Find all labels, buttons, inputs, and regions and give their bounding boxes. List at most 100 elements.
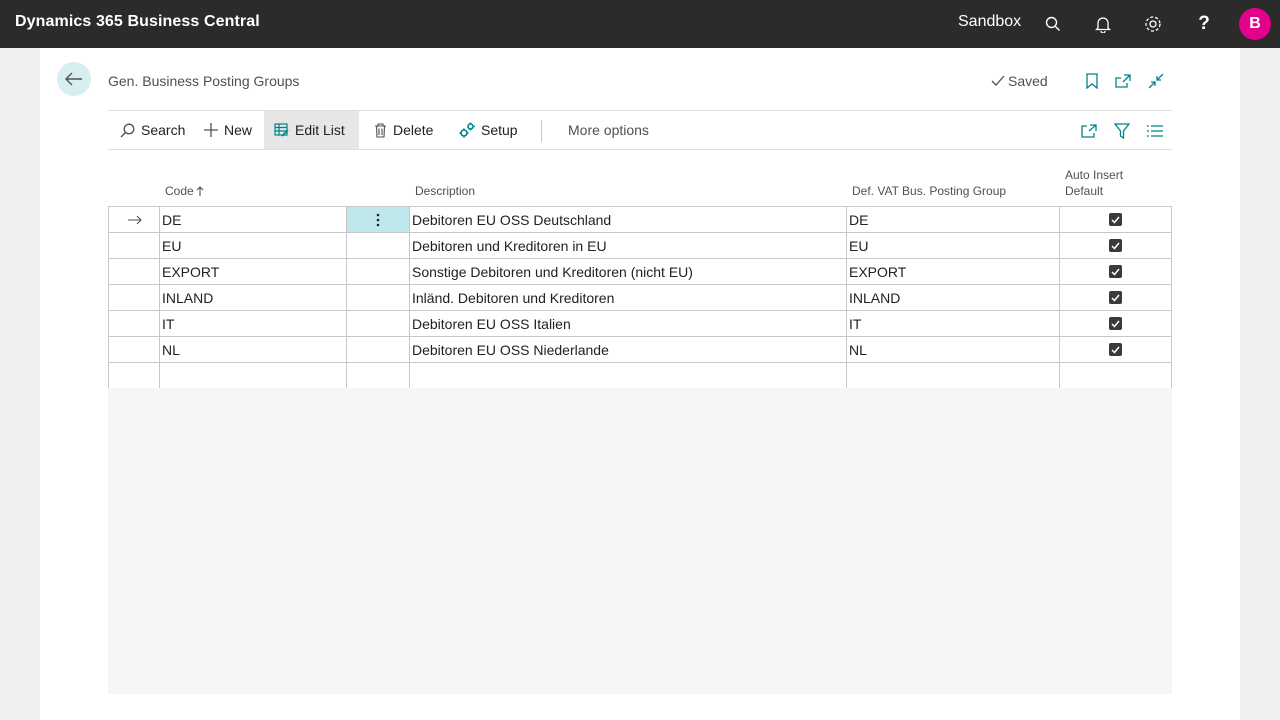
description-cell[interactable]: Inländ. Debitoren und Kreditoren	[409, 285, 846, 310]
filter-icon[interactable]	[1113, 122, 1131, 140]
table-row[interactable]: DE Debitoren EU OSS Deutschland DE	[108, 207, 1172, 233]
code-cell[interactable]: IT	[159, 311, 346, 336]
def-vat-cell[interactable]: IT	[846, 311, 1059, 336]
setup-button[interactable]: Setup	[449, 111, 528, 149]
empty-cell[interactable]	[846, 363, 1059, 388]
checkbox[interactable]	[1109, 265, 1122, 278]
row-actions-cell[interactable]	[346, 337, 409, 362]
row-actions-cell[interactable]	[346, 311, 409, 336]
list-view-icon[interactable]	[1146, 122, 1164, 140]
def-vat-cell[interactable]: EXPORT	[846, 259, 1059, 284]
auto-insert-cell[interactable]	[1059, 337, 1172, 362]
help-icon[interactable]: ?	[1193, 13, 1215, 35]
empty-cell[interactable]	[159, 363, 346, 388]
app-title[interactable]: Dynamics 365 Business Central	[15, 13, 260, 31]
arrow-right-icon	[127, 215, 142, 224]
arrow-left-icon	[65, 72, 82, 86]
checkbox[interactable]	[1109, 239, 1122, 252]
row-actions-cell[interactable]	[346, 207, 409, 232]
new-label: New	[224, 122, 253, 138]
search-button[interactable]: Search	[110, 111, 195, 149]
empty-cell[interactable]	[409, 363, 846, 388]
edit-list-button[interactable]: Edit List	[264, 111, 359, 149]
checkbox[interactable]	[1109, 213, 1122, 226]
delete-button[interactable]: Delete	[364, 111, 443, 149]
row-indicator[interactable]	[108, 259, 160, 284]
row-indicator[interactable]	[108, 337, 160, 362]
trash-icon	[375, 122, 386, 138]
avatar[interactable]: B	[1239, 8, 1271, 40]
row-indicator[interactable]	[108, 311, 160, 336]
delete-label: Delete	[393, 122, 434, 138]
row-actions-cell[interactable]	[346, 233, 409, 258]
def-vat-cell[interactable]: EU	[846, 233, 1059, 258]
edit-list-label: Edit List	[295, 122, 345, 138]
row-actions-cell[interactable]	[346, 285, 409, 310]
new-button[interactable]: New	[194, 111, 262, 149]
search-icon[interactable]	[1042, 13, 1064, 35]
more-options-button[interactable]: More options	[558, 111, 659, 149]
code-cell[interactable]: EXPORT	[159, 259, 346, 284]
bookmark-icon[interactable]	[1083, 72, 1101, 90]
column-header-def-vat[interactable]: Def. VAT Bus. Posting Group	[852, 183, 1006, 199]
bell-icon[interactable]	[1092, 13, 1114, 35]
auto-insert-cell[interactable]	[1059, 233, 1172, 258]
empty-cell[interactable]	[108, 363, 160, 388]
description-cell[interactable]: Debitoren EU OSS Italien	[409, 311, 846, 336]
search-icon	[120, 123, 135, 137]
column-header-description[interactable]: Description	[415, 183, 475, 199]
row-actions-cell[interactable]	[346, 259, 409, 284]
auto-insert-cell[interactable]	[1059, 207, 1172, 232]
description-cell[interactable]: Debitoren EU OSS Deutschland	[409, 207, 846, 232]
action-bar: Search New Edit List Delete Setup More o…	[108, 110, 1172, 150]
data-grid: DE Debitoren EU OSS Deutschland DE EU Debito…	[108, 206, 1172, 389]
collapse-icon[interactable]	[1147, 72, 1165, 90]
action-separator	[541, 120, 542, 142]
row-indicator[interactable]	[108, 285, 160, 310]
code-cell[interactable]: INLAND	[159, 285, 346, 310]
description-cell[interactable]: Debitoren und Kreditoren in EU	[409, 233, 846, 258]
checkmark-icon	[991, 75, 1005, 86]
app-bar: Dynamics 365 Business Central Sandbox ? …	[0, 0, 1280, 48]
column-header-code[interactable]: Code	[165, 183, 204, 199]
open-in-new-window-icon[interactable]	[1114, 72, 1132, 90]
empty-cell[interactable]	[1059, 363, 1172, 388]
page-title: Gen. Business Posting Groups	[108, 73, 300, 89]
edit-list-icon	[274, 123, 289, 137]
def-vat-cell[interactable]: INLAND	[846, 285, 1059, 310]
table-row[interactable]: INLAND Inländ. Debitoren und Kreditoren IN…	[108, 285, 1172, 311]
column-header-code-label: Code	[165, 184, 194, 198]
gear-icon[interactable]	[1142, 13, 1164, 35]
description-cell[interactable]: Sonstige Debitoren und Kreditoren (nicht…	[409, 259, 846, 284]
auto-insert-cell[interactable]	[1059, 259, 1172, 284]
saved-label: Saved	[1008, 73, 1048, 89]
empty-cell[interactable]	[346, 363, 409, 388]
auto-insert-cell[interactable]	[1059, 285, 1172, 310]
def-vat-cell[interactable]: DE	[846, 207, 1059, 232]
share-icon[interactable]	[1080, 122, 1098, 140]
auto-insert-cell[interactable]	[1059, 311, 1172, 336]
table-row[interactable]: EXPORT Sonstige Debitoren und Kreditoren …	[108, 259, 1172, 285]
row-indicator[interactable]	[108, 207, 160, 232]
def-vat-cell[interactable]: NL	[846, 337, 1059, 362]
code-cell[interactable]: NL	[159, 337, 346, 362]
table-row[interactable]: NL Debitoren EU OSS Niederlande NL	[108, 337, 1172, 363]
table-row[interactable]: EU Debitoren und Kreditoren in EU EU	[108, 233, 1172, 259]
more-vertical-icon[interactable]	[376, 213, 380, 227]
code-cell[interactable]: EU	[159, 233, 346, 258]
description-cell[interactable]: Debitoren EU OSS Niederlande	[409, 337, 846, 362]
checkbox[interactable]	[1109, 343, 1122, 356]
environment-label: Sandbox	[958, 13, 1022, 30]
empty-row[interactable]	[108, 363, 1172, 389]
table-row[interactable]: IT Debitoren EU OSS Italien IT	[108, 311, 1172, 337]
search-label: Search	[141, 122, 186, 138]
column-header-auto-insert[interactable]: Auto Insert Default	[1065, 167, 1145, 199]
checkbox[interactable]	[1109, 291, 1122, 304]
plus-icon	[204, 123, 218, 137]
code-cell[interactable]: DE	[159, 207, 346, 232]
back-button[interactable]	[57, 62, 91, 96]
sort-ascending-icon	[196, 185, 204, 196]
checkbox[interactable]	[1109, 317, 1122, 330]
setup-label: Setup	[481, 122, 518, 138]
row-indicator[interactable]	[108, 233, 160, 258]
